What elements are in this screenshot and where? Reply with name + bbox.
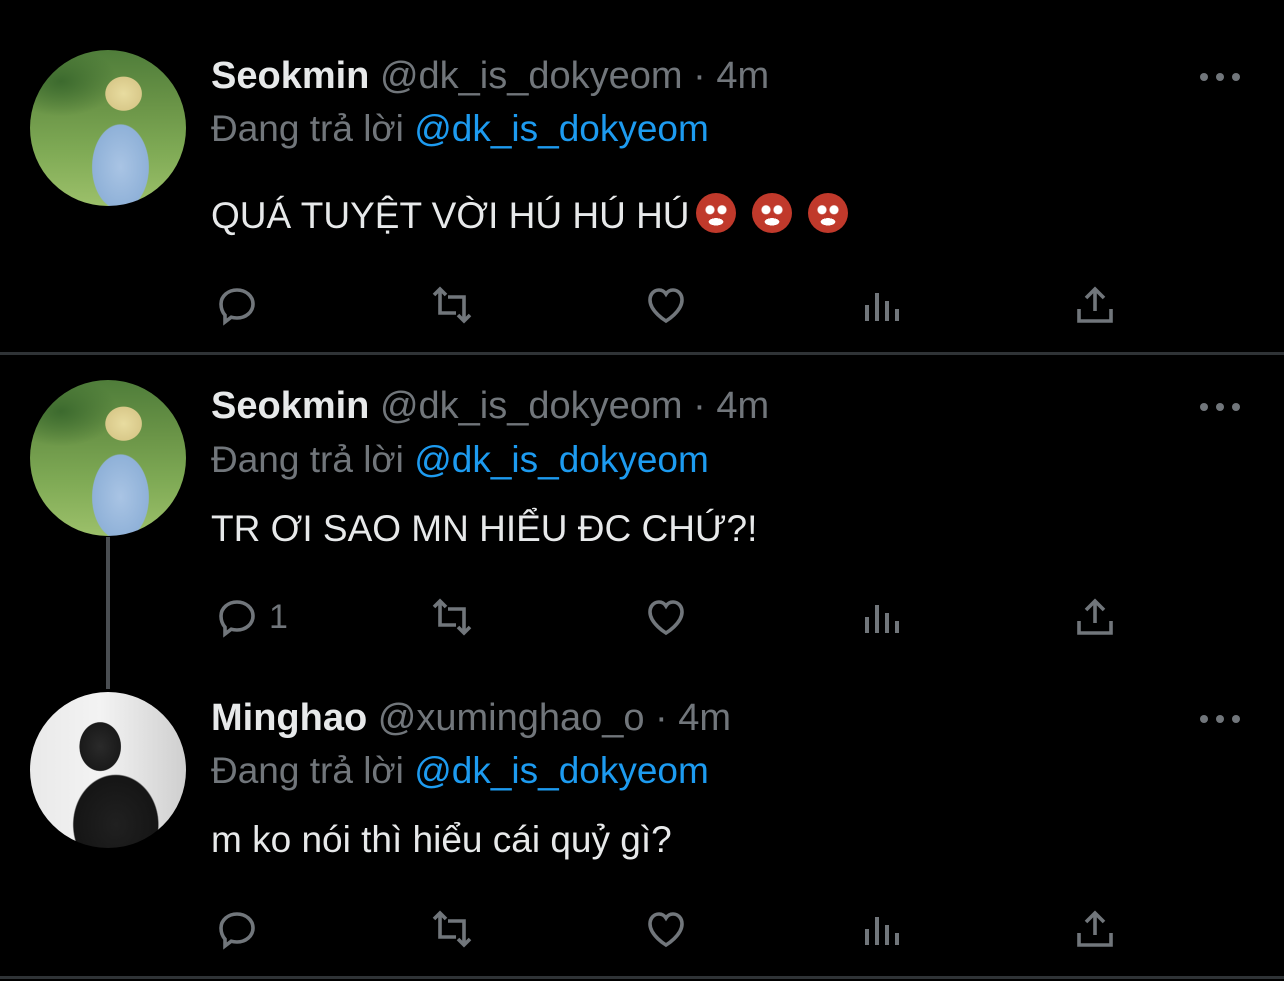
tweet-text: m ko nói thì hiểu cái quỷ gì? xyxy=(211,819,672,860)
avatar[interactable] xyxy=(30,50,186,206)
tweet-text: TR ƠI SAO MN HIỂU ĐC CHỨ?! xyxy=(211,508,758,549)
reply-icon xyxy=(219,912,255,950)
tweet-1[interactable]: Seokmin @dk_is_dokyeom · 4m Đang trả lời… xyxy=(0,0,1284,352)
tweet-divider xyxy=(0,976,1284,979)
reply-label: Đang trả lời xyxy=(211,108,415,149)
reply-icon xyxy=(219,288,255,326)
analytics-icon xyxy=(865,293,899,321)
author-handle-time: @dk_is_dokyeom · 4m xyxy=(369,55,770,97)
reply-context: Đang trả lời @dk_is_dokyeom xyxy=(211,750,709,792)
reply-button[interactable] xyxy=(213,280,269,330)
like-icon xyxy=(648,600,684,636)
reply-button[interactable]: 1 xyxy=(213,592,288,642)
retweet-icon xyxy=(432,286,472,324)
tweet-author-line: Minghao @xuminghao_o · 4m xyxy=(211,697,731,740)
analytics-icon xyxy=(865,917,899,945)
retweet-icon xyxy=(432,910,472,948)
avatar[interactable] xyxy=(30,380,186,536)
analytics-button[interactable] xyxy=(857,280,905,330)
reply-handle-link[interactable]: @dk_is_dokyeom xyxy=(414,439,709,480)
thread-connector-line xyxy=(106,537,110,689)
more-icon[interactable] xyxy=(1200,401,1242,413)
tweet-author-line: Seokmin @dk_is_dokyeom · 4m xyxy=(211,385,769,428)
ogre-emoji xyxy=(751,193,792,233)
author-handle-time: @xuminghao_o · 4m xyxy=(367,697,732,739)
tweet-actions xyxy=(0,904,1284,954)
author-name[interactable]: Seokmin xyxy=(211,55,369,97)
share-button[interactable] xyxy=(1071,280,1119,330)
author-name[interactable]: Minghao xyxy=(211,697,367,739)
author-name[interactable]: Seokmin xyxy=(211,385,369,427)
ogre-emoji xyxy=(807,193,848,233)
reply-context: Đang trả lời @dk_is_dokyeom xyxy=(211,439,709,481)
more-icon[interactable] xyxy=(1200,71,1242,83)
tweet-actions xyxy=(0,280,1284,330)
tweet-author-line: Seokmin @dk_is_dokyeom · 4m xyxy=(211,55,769,98)
like-icon xyxy=(648,288,684,324)
reply-icon xyxy=(219,600,255,638)
more-icon[interactable] xyxy=(1200,713,1242,725)
avatar[interactable] xyxy=(30,692,186,848)
reply-count: 1 xyxy=(269,597,288,636)
share-icon xyxy=(1077,910,1113,947)
like-button[interactable] xyxy=(642,280,690,330)
share-button[interactable] xyxy=(1071,592,1119,642)
tweet-2[interactable]: Seokmin @dk_is_dokyeom · 4m Đang trả lời… xyxy=(0,355,1284,685)
share-icon xyxy=(1077,598,1113,635)
like-button[interactable] xyxy=(642,904,690,954)
reply-button[interactable] xyxy=(213,904,269,954)
reply-label: Đang trả lời xyxy=(211,439,415,480)
tweet-text-content: QUÁ TUYỆT VỜI HÚ HÚ HÚ xyxy=(211,195,690,236)
analytics-button[interactable] xyxy=(857,904,905,954)
tweet-actions: 1 xyxy=(0,592,1284,642)
like-icon xyxy=(648,912,684,948)
reply-context: Đang trả lời @dk_is_dokyeom xyxy=(211,108,709,150)
tweet-text: QUÁ TUYỆT VỜI HÚ HÚ HÚ xyxy=(211,193,848,237)
tweet-3[interactable]: Minghao @xuminghao_o · 4m Đang trả lời @… xyxy=(0,685,1284,981)
like-button[interactable] xyxy=(642,592,690,642)
reply-handle-link[interactable]: @dk_is_dokyeom xyxy=(414,108,709,149)
share-button[interactable] xyxy=(1071,904,1119,954)
share-icon xyxy=(1077,286,1113,323)
retweet-icon xyxy=(432,598,472,636)
reply-handle-link[interactable]: @dk_is_dokyeom xyxy=(414,750,709,791)
retweet-button[interactable] xyxy=(428,904,476,954)
analytics-icon xyxy=(865,605,899,633)
author-handle-time: @dk_is_dokyeom · 4m xyxy=(369,385,770,427)
analytics-button[interactable] xyxy=(857,592,905,642)
ogre-emoji xyxy=(695,193,736,233)
reply-label: Đang trả lời xyxy=(211,750,415,791)
retweet-button[interactable] xyxy=(428,280,476,330)
retweet-button[interactable] xyxy=(428,592,476,642)
